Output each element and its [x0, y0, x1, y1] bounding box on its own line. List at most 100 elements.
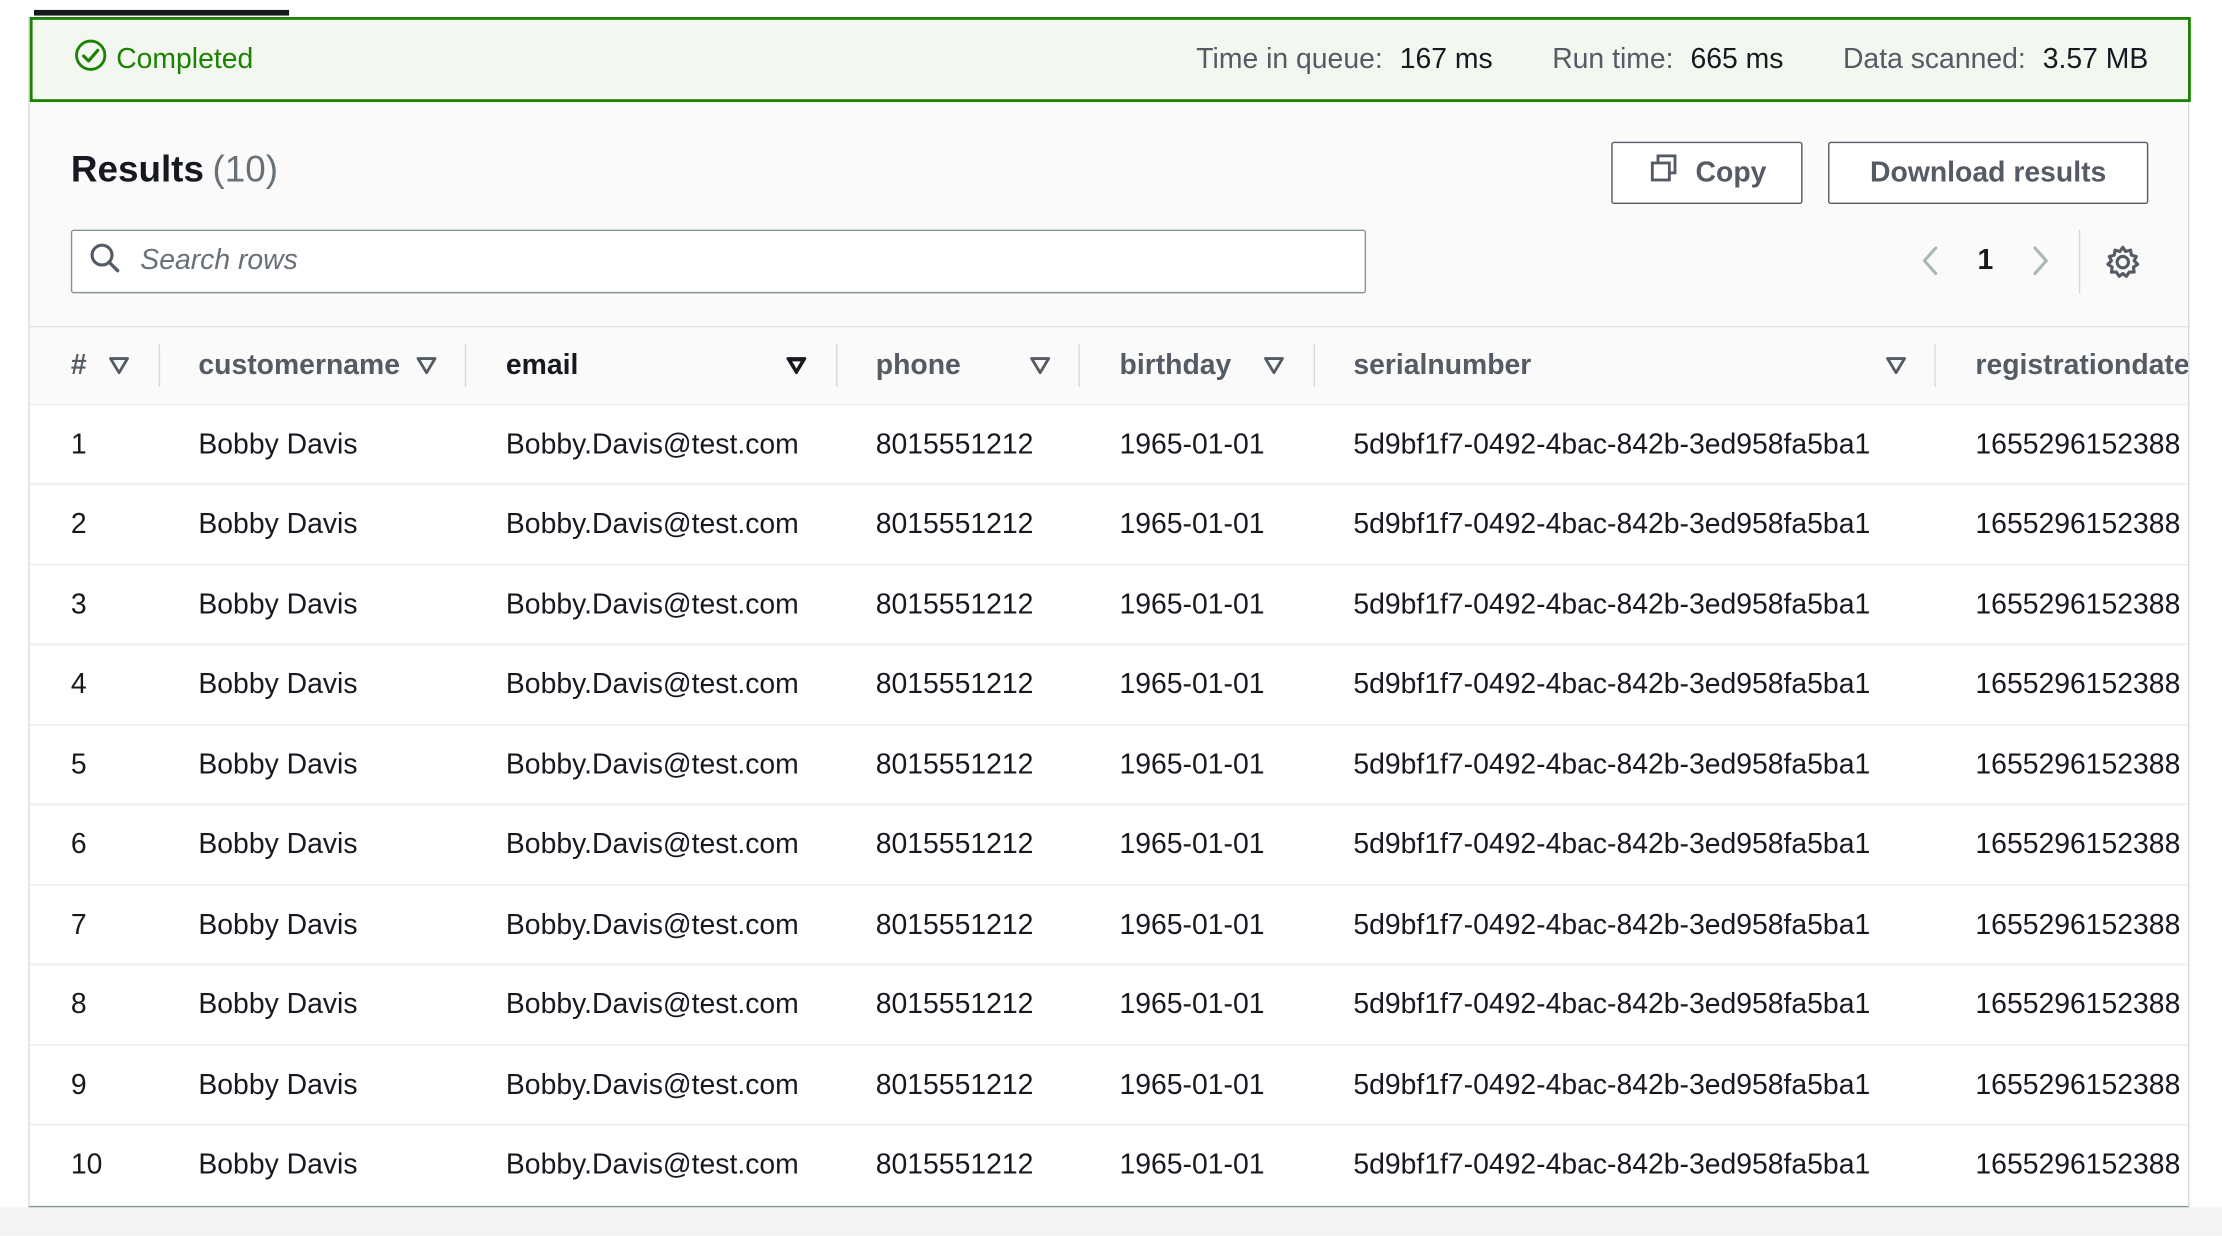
cell-birthday: 1965-01-01	[1119, 1149, 1265, 1181]
caret-down-icon[interactable]	[785, 354, 808, 384]
caret-down-icon[interactable]	[1029, 354, 1052, 384]
cell-registrationdate: 1655296152388	[1975, 989, 2181, 1021]
cell-customername: Bobby Davis	[198, 428, 358, 460]
download-label: Download results	[1870, 156, 2107, 188]
cell-birthday: 1965-01-01	[1119, 909, 1265, 941]
run-time-label: Run time:	[1552, 43, 1674, 75]
chevron-right-icon[interactable]	[2025, 244, 2056, 278]
cell-email: Bobby.Davis@test.com	[505, 1069, 799, 1101]
column-header-index[interactable]: #	[71, 327, 87, 404]
cell-registrationdate: 1655296152388	[1975, 1069, 2181, 1101]
table-row[interactable]: 1 Bobby Davis Bobby.Davis@test.com 80155512…	[29, 405, 2188, 485]
cell-serialnumber: 5d9bf1f7-0492-4bac-842b-3ed958fa5ba1	[1353, 828, 1871, 861]
caret-down-icon[interactable]	[1885, 354, 1908, 384]
cell-index: 9	[70, 1069, 87, 1101]
pagination: 1	[1914, 232, 2056, 289]
cell-phone: 8015551212	[875, 828, 1034, 861]
copy-label: Copy	[1695, 156, 1767, 188]
search-icon	[72, 242, 137, 280]
cell-email: Bobby.Davis@test.com	[505, 668, 799, 701]
column-divider[interactable]	[1078, 344, 1080, 387]
cell-phone: 8015551212	[875, 989, 1034, 1021]
table-row[interactable]: 10 Bobby Davis Bobby.Davis@test.com 8015551…	[29, 1125, 2188, 1205]
cell-index: 6	[70, 828, 87, 861]
cell-serialnumber: 5d9bf1f7-0492-4bac-842b-3ed958fa5ba1	[1353, 1149, 1871, 1181]
cell-email: Bobby.Davis@test.com	[505, 1149, 799, 1181]
cell-registrationdate: 1655296152388	[1975, 668, 2181, 701]
cell-index: 3	[70, 588, 87, 620]
pagination-divider	[2078, 229, 2081, 294]
results-heading: Results (10)	[71, 147, 278, 191]
cell-phone: 8015551212	[875, 588, 1034, 620]
cell-birthday: 1965-01-01	[1119, 588, 1265, 620]
cell-phone: 8015551212	[875, 1069, 1034, 1101]
page-number[interactable]: 1	[1946, 244, 2025, 277]
cell-customername: Bobby Davis	[198, 668, 358, 701]
cell-birthday: 1965-01-01	[1119, 668, 1265, 701]
column-header-phone[interactable]: phone	[876, 327, 961, 404]
results-title: Results	[70, 147, 204, 190]
cell-email: Bobby.Davis@test.com	[505, 828, 799, 861]
active-tab-indicator	[34, 9, 290, 16]
cell-email: Bobby.Davis@test.com	[505, 428, 799, 460]
cell-registrationdate: 1655296152388	[1975, 1149, 2181, 1181]
search-input[interactable]	[137, 243, 1277, 280]
gear-icon[interactable]	[2104, 244, 2141, 281]
cell-index: 8	[70, 989, 87, 1021]
table-row[interactable]: 7 Bobby Davis Bobby.Davis@test.com 80155512…	[29, 885, 2188, 966]
table-row[interactable]: 4 Bobby Davis Bobby.Davis@test.com 80155512…	[29, 645, 2188, 725]
cell-customername: Bobby Davis	[198, 828, 358, 861]
cell-birthday: 1965-01-01	[1119, 1069, 1265, 1101]
cell-index: 1	[70, 428, 87, 460]
cell-phone: 8015551212	[875, 428, 1034, 460]
column-header-registrationdate[interactable]: registrationdate	[1975, 327, 2188, 404]
cell-index: 2	[70, 508, 87, 540]
column-header-customername[interactable]: customername	[198, 327, 400, 404]
column-divider[interactable]	[836, 344, 838, 387]
column-divider[interactable]	[1313, 344, 1316, 387]
cell-index: 7	[70, 909, 87, 941]
column-header-serialnumber[interactable]: serialnumber	[1353, 327, 1531, 404]
time-in-queue-metric: Time in queue: 167 ms	[1196, 43, 1492, 76]
caret-down-icon[interactable]	[415, 354, 438, 384]
cell-index: 10	[70, 1149, 103, 1181]
copy-icon	[1647, 153, 1695, 193]
caret-down-icon[interactable]	[1263, 354, 1286, 384]
cell-serialnumber: 5d9bf1f7-0492-4bac-842b-3ed958fa5ba1	[1353, 588, 1871, 620]
column-divider[interactable]	[1934, 344, 1936, 387]
cell-phone: 8015551212	[875, 1149, 1034, 1181]
table-row[interactable]: 5 Bobby Davis Bobby.Davis@test.com 80155512…	[29, 725, 2188, 805]
column-divider[interactable]	[158, 344, 161, 387]
cell-customername: Bobby Davis	[198, 1149, 358, 1181]
cell-birthday: 1965-01-01	[1119, 989, 1265, 1021]
table-row[interactable]: 6 Bobby Davis Bobby.Davis@test.com 80155512…	[29, 805, 2188, 885]
column-header-birthday[interactable]: birthday	[1120, 327, 1232, 404]
download-results-button[interactable]: Download results	[1828, 141, 2149, 205]
cell-index: 5	[70, 748, 87, 781]
table-row[interactable]: 9 Bobby Davis Bobby.Davis@test.com 80155512…	[29, 1045, 2188, 1126]
cell-phone: 8015551212	[875, 748, 1034, 781]
table-row[interactable]: 8 Bobby Davis Bobby.Davis@test.com 80155512…	[29, 965, 2188, 1046]
cell-customername: Bobby Davis	[198, 588, 358, 620]
copy-button[interactable]: Copy	[1611, 141, 1803, 205]
cell-birthday: 1965-01-01	[1119, 748, 1265, 781]
query-metrics: Time in queue: 167 ms Run time: 665 ms D…	[1137, 20, 2148, 99]
cell-birthday: 1965-01-01	[1119, 828, 1265, 861]
table-row[interactable]: 2 Bobby Davis Bobby.Davis@test.com 80155512…	[29, 485, 2188, 565]
cell-customername: Bobby Davis	[198, 909, 358, 941]
query-results-page: Completed Time in queue: 167 ms Run time…	[0, 0, 2222, 1236]
caret-down-icon[interactable]	[108, 354, 131, 384]
table-row[interactable]: 3 Bobby Davis Bobby.Davis@test.com 80155512…	[29, 565, 2188, 645]
cell-serialnumber: 5d9bf1f7-0492-4bac-842b-3ed958fa5ba1	[1353, 909, 1871, 941]
run-time-value: 665 ms	[1690, 43, 1784, 75]
chevron-left-icon[interactable]	[1914, 244, 1945, 278]
results-container: Completed Time in queue: 167 ms Run time…	[28, 17, 2191, 1208]
column-header-email[interactable]: email	[506, 327, 578, 404]
data-scanned-metric: Data scanned: 3.57 MB	[1843, 43, 2148, 76]
cell-email: Bobby.Davis@test.com	[505, 748, 799, 781]
search-field[interactable]	[70, 229, 1367, 294]
cell-phone: 8015551212	[875, 508, 1034, 540]
cell-birthday: 1965-01-01	[1119, 428, 1265, 460]
status-indicator: Completed	[74, 20, 253, 99]
column-divider[interactable]	[464, 344, 467, 387]
